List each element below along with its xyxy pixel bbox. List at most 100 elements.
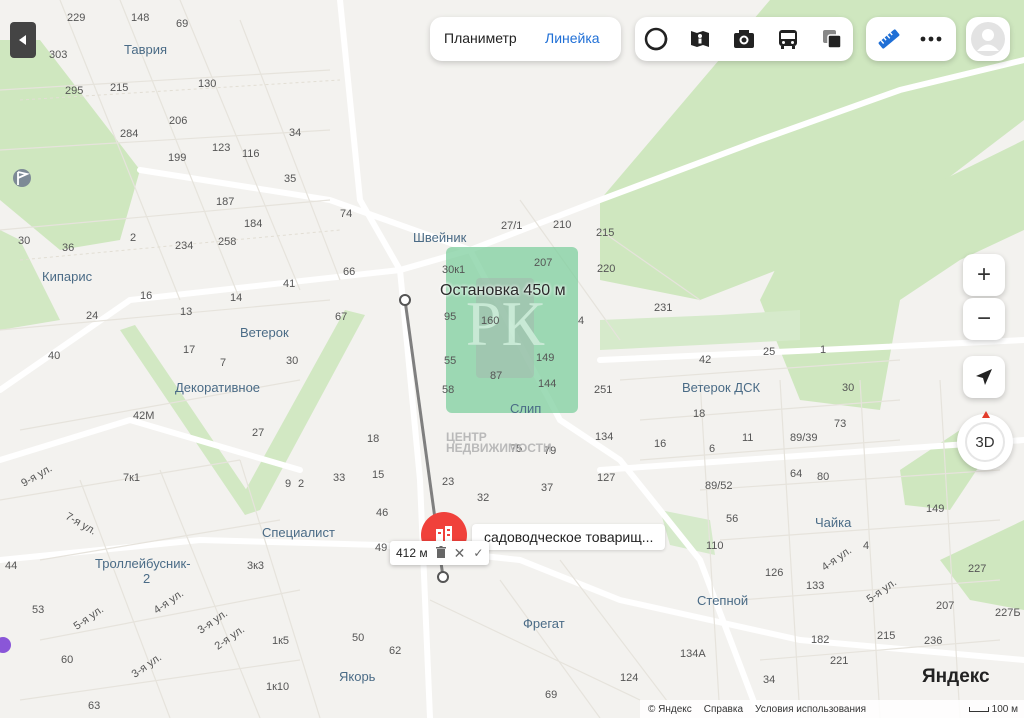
house-number: 2	[130, 232, 137, 244]
house-number: 27	[252, 427, 265, 439]
house-number: 34	[289, 127, 302, 139]
house-number: 63	[88, 700, 101, 712]
place-dekorativnoe[interactable]: Декоративное	[175, 380, 260, 395]
close-icon[interactable]: ✕	[454, 546, 466, 560]
planimeter-button[interactable]: Планиметр	[444, 30, 517, 46]
house-number: 35	[284, 173, 297, 185]
house-number: 14	[230, 292, 243, 304]
place-kiparis[interactable]: Кипарис	[42, 269, 92, 284]
watermark-line-2: НЕДВИЖИМОСТИ	[446, 441, 552, 455]
house-number: 11	[742, 432, 754, 444]
geolocation-button[interactable]	[963, 356, 1005, 398]
house-number: 227	[968, 563, 987, 575]
photo-button[interactable]	[727, 22, 761, 56]
map-layers-panel	[635, 17, 853, 61]
house-number: 74	[340, 208, 353, 220]
ruler-button[interactable]: Линейка	[545, 30, 600, 46]
threed-button[interactable]: 3D	[957, 411, 1013, 470]
transport-button[interactable]	[771, 22, 805, 56]
more-button[interactable]	[914, 22, 948, 56]
house-number: 42М	[133, 410, 155, 422]
house-number: 46	[376, 507, 389, 519]
house-number: 33	[333, 472, 346, 484]
collapse-panel-button[interactable]	[10, 22, 36, 58]
house-number: 123	[212, 142, 231, 154]
place-specialist[interactable]: Специалист	[262, 525, 335, 540]
house-number: 30	[286, 355, 299, 367]
house-number: 89/39	[790, 432, 818, 444]
house-number: 236	[924, 635, 943, 647]
house-number: 251	[594, 384, 613, 396]
house-number: 234	[175, 240, 194, 252]
house-number: 37	[541, 482, 554, 494]
layers-icon	[823, 30, 842, 49]
place-shveynik[interactable]: Швейник	[413, 230, 466, 245]
house-number: 49	[375, 542, 388, 554]
house-number: 134	[595, 431, 614, 443]
terms-link[interactable]: Условия использования	[755, 704, 866, 715]
house-number: 227Б	[995, 607, 1021, 619]
house-number: 95	[444, 311, 457, 323]
circle-layer-button[interactable]	[639, 22, 673, 56]
house-number: 4	[578, 315, 585, 327]
trash-icon[interactable]	[435, 545, 446, 561]
place-veterok[interactable]: Ветерок	[240, 325, 289, 340]
map-footer: © Яндекс Справка Условия использования 1…	[640, 700, 1024, 718]
house-number: 1	[820, 344, 827, 356]
check-icon[interactable]: ✓	[473, 547, 483, 559]
panorama-button[interactable]	[683, 22, 717, 56]
profile-button[interactable]	[966, 17, 1010, 61]
place-chayka[interactable]: Чайка	[815, 515, 851, 530]
place-fregat[interactable]: Фрегат	[523, 616, 565, 631]
place-trolleybusnik-2[interactable]: 2	[143, 571, 150, 586]
house-number: 206	[169, 115, 188, 127]
house-number: 27/1	[501, 220, 523, 232]
place-yakor[interactable]: Якорь	[339, 669, 375, 684]
house-number: 13	[180, 306, 193, 318]
place-tavria[interactable]: Таврия	[124, 42, 167, 57]
house-number: 6	[709, 443, 716, 455]
house-number: 7	[220, 357, 227, 369]
compass-ring: 3D	[965, 422, 1005, 462]
zoom-in-button[interactable]: +	[963, 254, 1005, 296]
location-arrow-icon	[976, 369, 992, 385]
house-number: 25	[763, 346, 776, 358]
house-number: 4	[863, 540, 870, 552]
place-slip[interactable]: Слип	[510, 401, 541, 416]
house-number: 69	[545, 689, 558, 701]
house-number: 124	[620, 672, 639, 684]
house-number: 55	[444, 355, 457, 367]
house-number: 116	[242, 148, 260, 160]
house-number: 207	[936, 600, 955, 612]
house-number: 9	[285, 478, 292, 490]
house-number: 231	[654, 302, 673, 314]
ruler-tool-button[interactable]	[872, 22, 906, 56]
house-number: 67	[335, 311, 348, 323]
place-trolleybusnik[interactable]: Троллейбусник-	[95, 556, 191, 571]
zoom-out-button[interactable]: −	[963, 298, 1005, 340]
house-number: 133	[806, 580, 825, 592]
poi-label[interactable]: садоводческое товарищ...	[472, 524, 666, 550]
poi-label-text: садоводческое товарищ...	[484, 529, 654, 545]
house-number: 130	[198, 78, 217, 90]
house-number: 295	[65, 85, 84, 97]
scale-line	[968, 706, 989, 712]
layers-button[interactable]	[815, 22, 849, 56]
house-number: 23	[442, 476, 455, 488]
house-number: 36	[62, 242, 75, 254]
place-veterok-dsk[interactable]: Ветерок ДСК	[682, 380, 760, 395]
house-number: 221	[830, 655, 849, 667]
house-number: 1к5	[272, 635, 290, 647]
house-number: 24	[86, 310, 99, 322]
house-number: 258	[218, 236, 237, 248]
house-number: 41	[283, 278, 296, 290]
house-number: 7к1	[123, 472, 141, 484]
house-number: 30	[18, 235, 31, 247]
help-link[interactable]: Справка	[704, 704, 743, 715]
house-number: 207	[534, 257, 553, 269]
house-number: 60	[61, 654, 74, 666]
house-number: 110	[706, 540, 724, 552]
house-number: 220	[597, 263, 616, 275]
place-stepnoy[interactable]: Степной	[697, 593, 748, 608]
threed-label: 3D	[975, 433, 995, 451]
